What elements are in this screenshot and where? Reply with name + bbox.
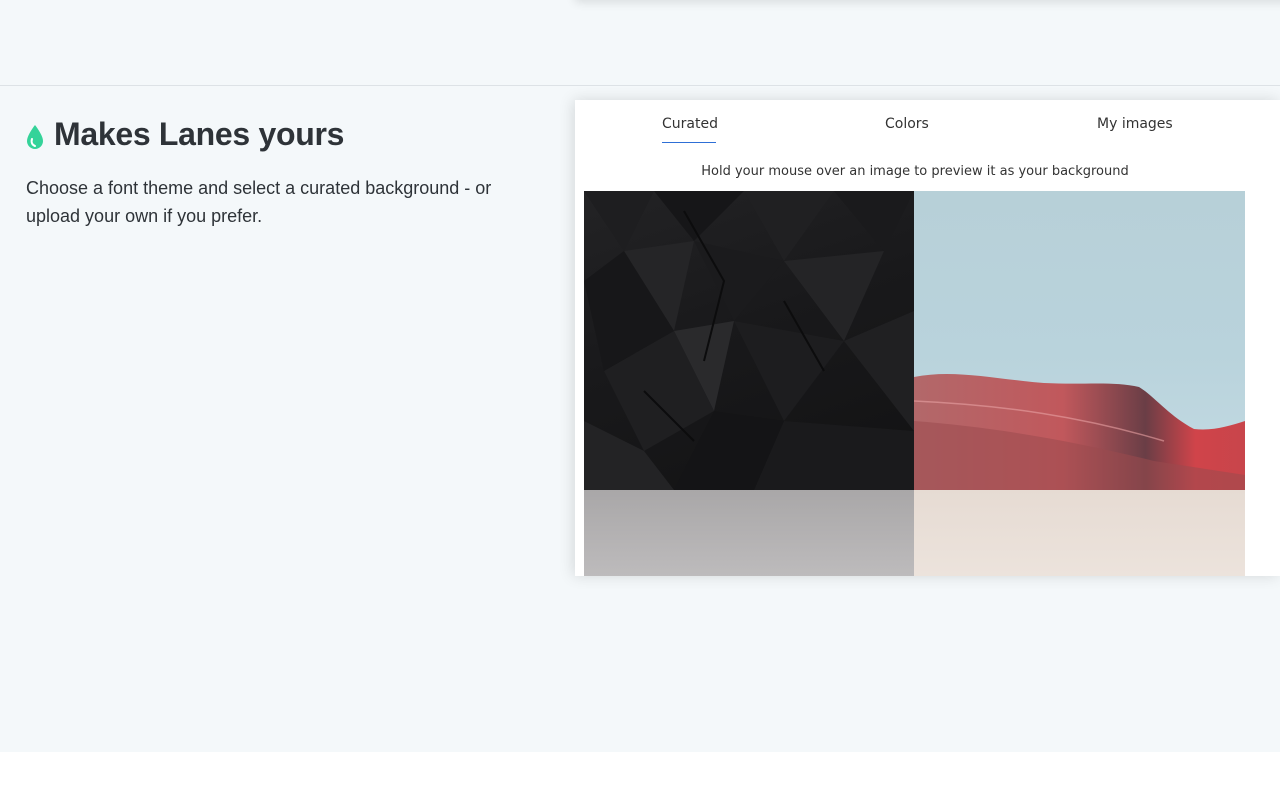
feature-heading: Makes Lanes yours <box>26 116 344 153</box>
drop-icon <box>26 124 44 150</box>
next-section <box>0 752 1280 800</box>
tab-curated[interactable]: Curated <box>662 116 718 132</box>
red-dune-background[interactable] <box>914 191 1245 490</box>
active-tab-indicator <box>662 142 716 143</box>
feature-title: Makes Lanes yours <box>54 116 345 152</box>
image-grid <box>584 191 1245 576</box>
preview-hint: Hold your mouse over an image to preview… <box>701 164 1129 179</box>
dark-polygon-background[interactable] <box>584 191 914 490</box>
beige-sand-background[interactable] <box>914 490 1245 576</box>
page: Makes Lanes yours Choose a font theme an… <box>0 0 1280 800</box>
background-tabs: Curated Colors My images <box>575 100 1280 148</box>
background-picker-preview: Curated Colors My images Hold your mouse… <box>575 100 1280 576</box>
previous-section <box>0 0 1280 86</box>
grey-texture-background[interactable] <box>584 490 914 576</box>
feature-description: Choose a font theme and select a curated… <box>26 178 492 226</box>
tab-colors[interactable]: Colors <box>885 116 929 132</box>
tab-my-images[interactable]: My images <box>1097 116 1173 132</box>
